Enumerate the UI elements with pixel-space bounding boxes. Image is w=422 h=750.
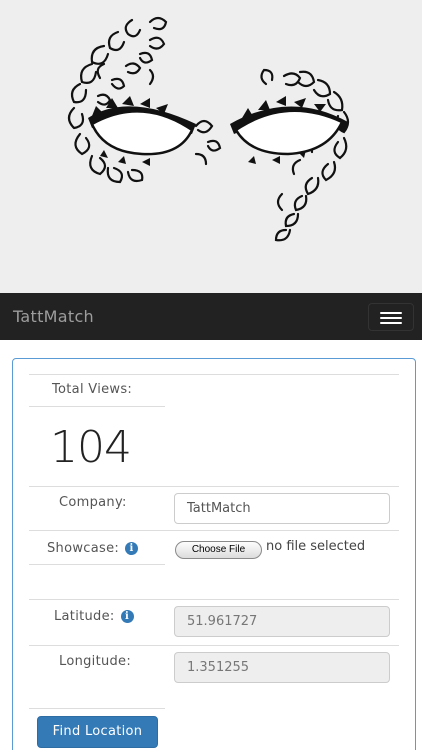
longitude-label: Longitude: (59, 654, 132, 669)
info-icon[interactable]: i (120, 610, 134, 623)
divider (29, 599, 399, 600)
file-status: no file selected (266, 539, 366, 554)
total-views-label: Total Views: (52, 382, 133, 397)
company-input[interactable]: TattMatch (174, 493, 390, 524)
divider (29, 406, 165, 407)
latitude-field[interactable]: 51.961727 (174, 606, 390, 637)
menu-toggle-button[interactable] (368, 303, 414, 331)
total-views-value: 104 (50, 422, 132, 473)
latitude-label-text: Latitude: (54, 609, 115, 624)
divider (29, 374, 399, 375)
info-icon[interactable]: i (125, 542, 139, 555)
navbar: TattMatch (0, 293, 422, 340)
choose-file-button[interactable]: Choose File (175, 541, 262, 559)
showcase-label-text: Showcase: (47, 541, 120, 556)
longitude-field[interactable]: 1.351255 (174, 652, 390, 683)
find-location-button[interactable]: Find Location (37, 716, 158, 748)
divider (29, 708, 165, 709)
showcase-label: Showcase: i (47, 541, 139, 556)
divider (29, 530, 399, 531)
divider (29, 645, 399, 646)
divider (29, 564, 165, 565)
masquerade-mask-icon (67, 16, 350, 242)
latitude-label: Latitude: i (54, 609, 134, 624)
company-label: Company: (59, 495, 127, 510)
divider (29, 486, 399, 487)
hero-banner (0, 0, 422, 293)
navbar-brand[interactable]: TattMatch (13, 307, 94, 326)
